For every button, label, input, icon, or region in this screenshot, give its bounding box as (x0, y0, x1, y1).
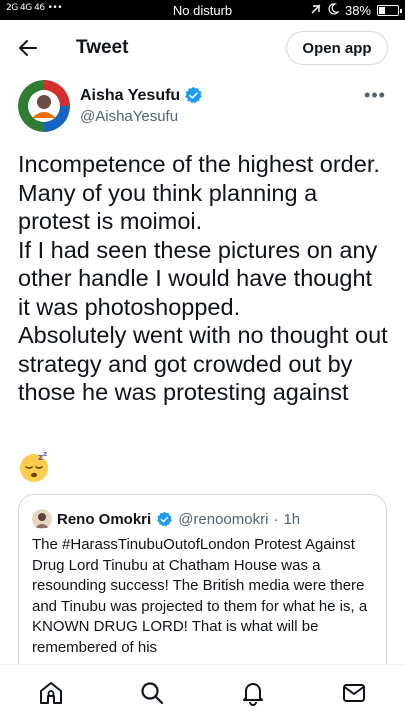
quoted-tweet-text: The #HarassTinubuOutofLondon Protest Aga… (32, 536, 368, 656)
top-bar: Tweet Open app (0, 20, 405, 76)
status-right: 38% (310, 3, 402, 18)
more-options-button[interactable]: ••• (363, 85, 387, 105)
battery-icon (377, 5, 402, 16)
sleeping-face-emoji-icon: z z (18, 450, 50, 483)
author-handle[interactable]: @AishaYesufu (80, 108, 178, 125)
moon-icon (328, 3, 340, 18)
messages-icon (343, 683, 366, 702)
author-name[interactable]: Aisha Yesufu (80, 86, 203, 105)
battery-percent: 38% (344, 3, 371, 18)
open-app-button[interactable]: Open app (286, 31, 388, 65)
author-avatar[interactable] (18, 80, 70, 132)
back-arrow-icon (19, 40, 37, 56)
verified-badge-icon (157, 511, 173, 527)
quoted-author-name: Reno Omokri (57, 510, 152, 528)
alarm-icon (310, 3, 322, 18)
quoted-author-handle: @renoomokri (178, 510, 269, 528)
quoted-tweet-time: 1h (283, 510, 301, 528)
bottom-nav (0, 664, 405, 720)
back-button[interactable] (12, 32, 44, 64)
verified-badge-icon (185, 86, 202, 104)
notifications-icon (243, 682, 264, 706)
tweet-author: Aisha Yesufu @AishaYesufu ••• (18, 80, 387, 134)
quoted-author-avatar (32, 509, 52, 529)
status-bar: 2G 4G 46 ••• No disturb 38% (0, 0, 405, 20)
separator-dot: · (273, 510, 279, 528)
tweet-text: Incompetence of the highest order. Many … (18, 151, 388, 405)
home-icon (39, 681, 62, 704)
nav-search[interactable] (128, 673, 176, 713)
svg-text:z: z (43, 451, 47, 458)
search-icon (141, 681, 163, 704)
nav-notifications[interactable] (229, 673, 277, 713)
page-title: Tweet (76, 37, 129, 58)
quoted-tweet-header: Reno Omokri @renoomokri · 1h (32, 509, 376, 529)
author-name-text: Aisha Yesufu (80, 86, 181, 104)
nav-home[interactable] (27, 673, 75, 713)
nav-messages[interactable] (330, 673, 378, 713)
